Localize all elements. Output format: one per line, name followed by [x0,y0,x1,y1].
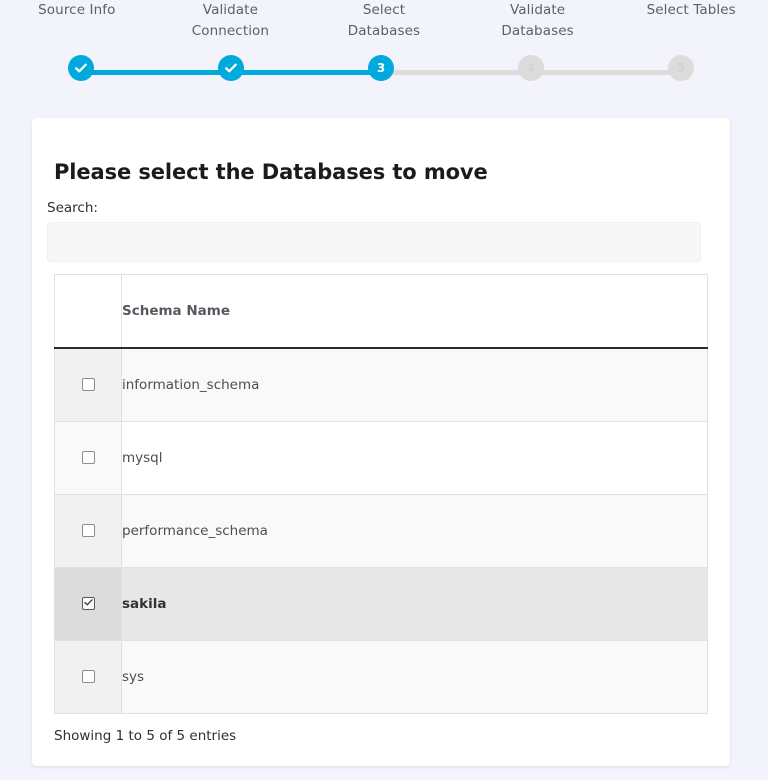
table-row[interactable]: mysql [54,420,708,495]
stepper-step-validate-databases[interactable]: Validate Databases [461,0,615,60]
table-entries-info: Showing 1 to 5 of 5 entries [54,728,237,744]
table-row[interactable]: sys [54,639,708,714]
table-header-row: Schema Name [54,274,708,349]
stepper-connector-4 [531,70,681,75]
stepper-label: Validate Connection [191,2,270,39]
stepper-node-number: 3 [376,61,386,75]
table-row-selected[interactable]: sakila [54,566,708,641]
checkbox-checked-icon[interactable] [81,597,95,610]
stepper-node-select-tables[interactable]: 5 [668,55,694,81]
checkbox-unchecked-icon[interactable] [81,451,95,464]
checkbox-unchecked-icon[interactable] [81,524,95,537]
row-checkbox-cell[interactable] [54,347,122,422]
stepper-label: Select Databases [347,2,421,39]
stepper-label: Source Info [38,2,116,18]
stepper-step-source-info[interactable]: Source Info [0,0,154,60]
stepper-step-select-tables[interactable]: Select Tables [614,0,768,60]
search-section: Search: [47,200,715,262]
table-body: information_schema mysql performance_sch… [54,347,708,714]
schema-table-container: Schema Name information_schema mysql per… [54,274,708,714]
stepper-node-number: 5 [676,61,686,75]
stepper-node-source-info[interactable] [68,55,94,81]
content-card: Please select the Databases to move Sear… [32,118,730,766]
row-schema-name: mysql [121,420,708,495]
table-header: Schema Name [54,274,708,349]
table-row[interactable]: performance_schema [54,493,708,568]
row-schema-name: information_schema [121,347,708,422]
row-checkbox-cell[interactable] [54,420,122,495]
page-title: Please select the Databases to move [54,160,488,184]
stepper-node-number: 4 [526,61,536,75]
row-schema-name: sys [121,639,708,714]
stepper-connector-2 [231,70,381,75]
wizard-stepper: Source Info Validate Connection Select D… [0,0,768,100]
row-checkbox-cell[interactable] [54,566,122,641]
stepper-step-select-databases[interactable]: Select Databases [307,0,461,60]
row-checkbox-cell[interactable] [54,493,122,568]
search-input[interactable] [47,222,701,262]
column-header-schema-name[interactable]: Schema Name [121,274,708,349]
row-schema-name: performance_schema [121,493,708,568]
search-label: Search: [47,200,98,216]
row-checkbox-cell[interactable] [54,639,122,714]
column-header-checkbox[interactable] [54,274,122,349]
checkbox-unchecked-icon[interactable] [81,670,95,683]
stepper-label: Select Tables [646,2,736,18]
stepper-connector-1 [81,70,231,75]
schema-table: Schema Name information_schema mysql per… [54,274,708,714]
check-icon [75,63,87,73]
stepper-labels: Source Info Validate Connection Select D… [0,0,768,60]
stepper-label: Validate Databases [501,2,574,39]
stepper-node-validate-connection[interactable] [218,55,244,81]
table-row[interactable]: information_schema [54,347,708,422]
check-icon [225,63,237,73]
stepper-node-validate-databases[interactable]: 4 [518,55,544,81]
row-schema-name: sakila [121,566,708,641]
stepper-step-validate-connection[interactable]: Validate Connection [154,0,308,60]
stepper-connector-3 [381,70,531,75]
checkbox-unchecked-icon[interactable] [81,378,95,392]
stepper-node-select-databases[interactable]: 3 [368,55,394,81]
